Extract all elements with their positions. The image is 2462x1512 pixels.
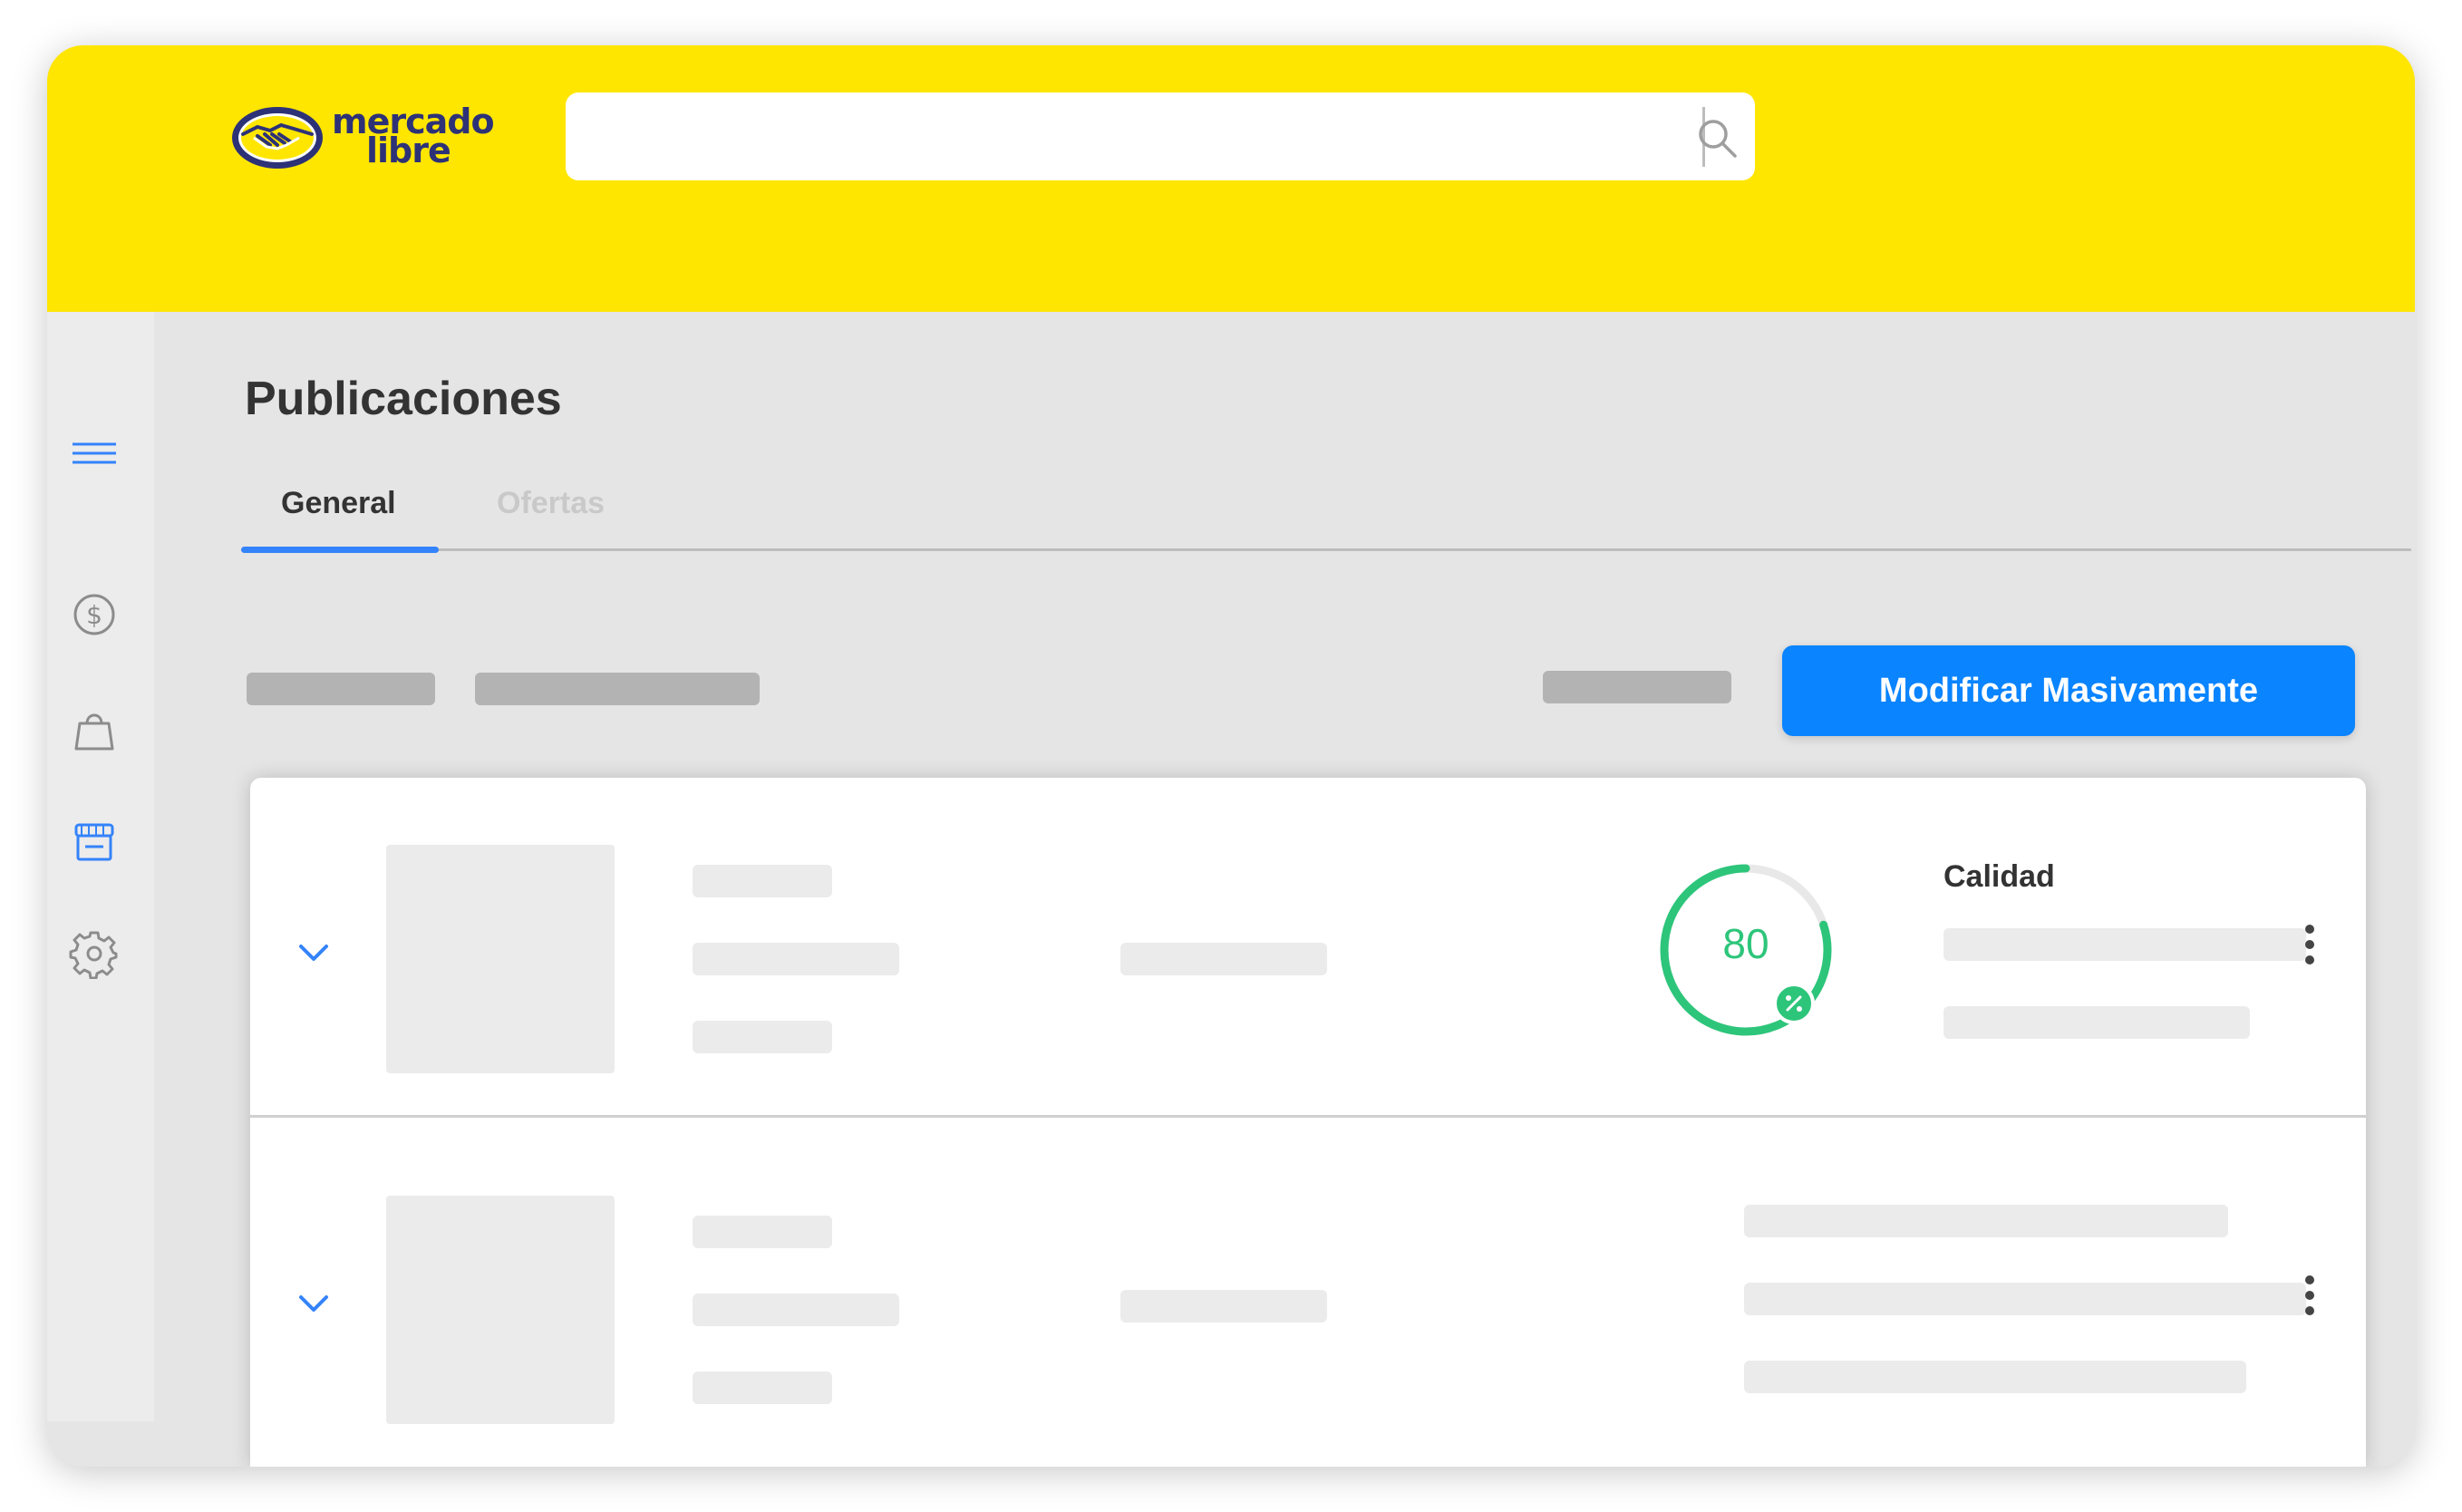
sidebar-item-finance[interactable]: $ — [69, 589, 120, 640]
chevron-down-icon[interactable] — [296, 939, 332, 966]
listing-price-placeholder — [1120, 943, 1327, 975]
listing-info-placeholder — [1744, 1283, 2306, 1315]
header-bar: mercado libre — [47, 45, 2415, 312]
svg-text:$: $ — [86, 600, 102, 630]
percent-icon — [1786, 995, 1802, 1012]
chevron-down-icon[interactable] — [296, 1290, 332, 1317]
app-window: mercado libre $ Publicaciones General Of… — [47, 45, 2415, 1467]
listing-row: 80 Calidad — [250, 778, 2366, 1115]
listing-info-placeholder — [1744, 1361, 2246, 1393]
store-icon — [74, 823, 114, 861]
listing-detail-placeholder — [693, 943, 899, 975]
sidebar: $ — [47, 312, 154, 1421]
gear-icon — [69, 931, 118, 980]
listing-info-placeholder — [1744, 1205, 2228, 1237]
search-input[interactable] — [566, 92, 1637, 180]
sort-placeholder[interactable] — [1543, 671, 1731, 703]
sidebar-item-listings[interactable] — [69, 816, 120, 867]
listing-title-placeholder — [693, 865, 832, 897]
more-options-icon[interactable] — [2302, 1275, 2317, 1317]
shopping-bag-icon — [74, 713, 114, 751]
active-tab-indicator — [241, 547, 439, 553]
listing-thumbnail[interactable] — [386, 845, 615, 1073]
quality-detail-placeholder — [1943, 1006, 2250, 1039]
tab-bar: General Ofertas — [241, 479, 2411, 553]
listing-detail-placeholder — [693, 1294, 899, 1326]
search-bar — [566, 92, 1755, 180]
quality-detail-placeholder — [1943, 928, 2306, 961]
sidebar-menu-button[interactable] — [69, 430, 120, 480]
filter-placeholder[interactable] — [475, 673, 760, 705]
menu-icon — [73, 442, 116, 464]
quality-gauge[interactable]: 80 — [1655, 859, 1837, 1041]
logo-wordmark: mercado libre — [332, 104, 495, 168]
quality-badge — [1773, 983, 1815, 1024]
sidebar-item-settings[interactable] — [69, 928, 120, 980]
listings-card: 80 Calidad — [250, 778, 2366, 1467]
listing-detail-placeholder — [693, 1371, 832, 1404]
dollar-circle-icon: $ — [73, 594, 115, 635]
tab-ofertas[interactable]: Ofertas — [497, 486, 605, 521]
search-button[interactable] — [1699, 92, 1755, 180]
listing-thumbnail[interactable] — [386, 1196, 615, 1424]
sidebar-item-sales[interactable] — [69, 705, 120, 756]
handshake-logo-icon — [232, 107, 323, 169]
listing-price-placeholder — [1120, 1290, 1327, 1323]
listing-title-placeholder — [693, 1216, 832, 1248]
tab-general[interactable]: General — [281, 486, 396, 521]
mercado-libre-logo[interactable]: mercado libre — [230, 103, 495, 176]
filter-placeholder[interactable] — [247, 673, 435, 705]
listing-row — [250, 1118, 2366, 1455]
page-title: Publicaciones — [245, 373, 562, 425]
bulk-edit-button[interactable]: Modificar Masivamente — [1782, 645, 2355, 736]
quality-score: 80 — [1722, 920, 1769, 967]
more-options-icon[interactable] — [2302, 925, 2317, 966]
search-icon — [1699, 120, 1737, 158]
listing-detail-placeholder — [693, 1021, 832, 1053]
quality-label: Calidad — [1943, 859, 2055, 894]
